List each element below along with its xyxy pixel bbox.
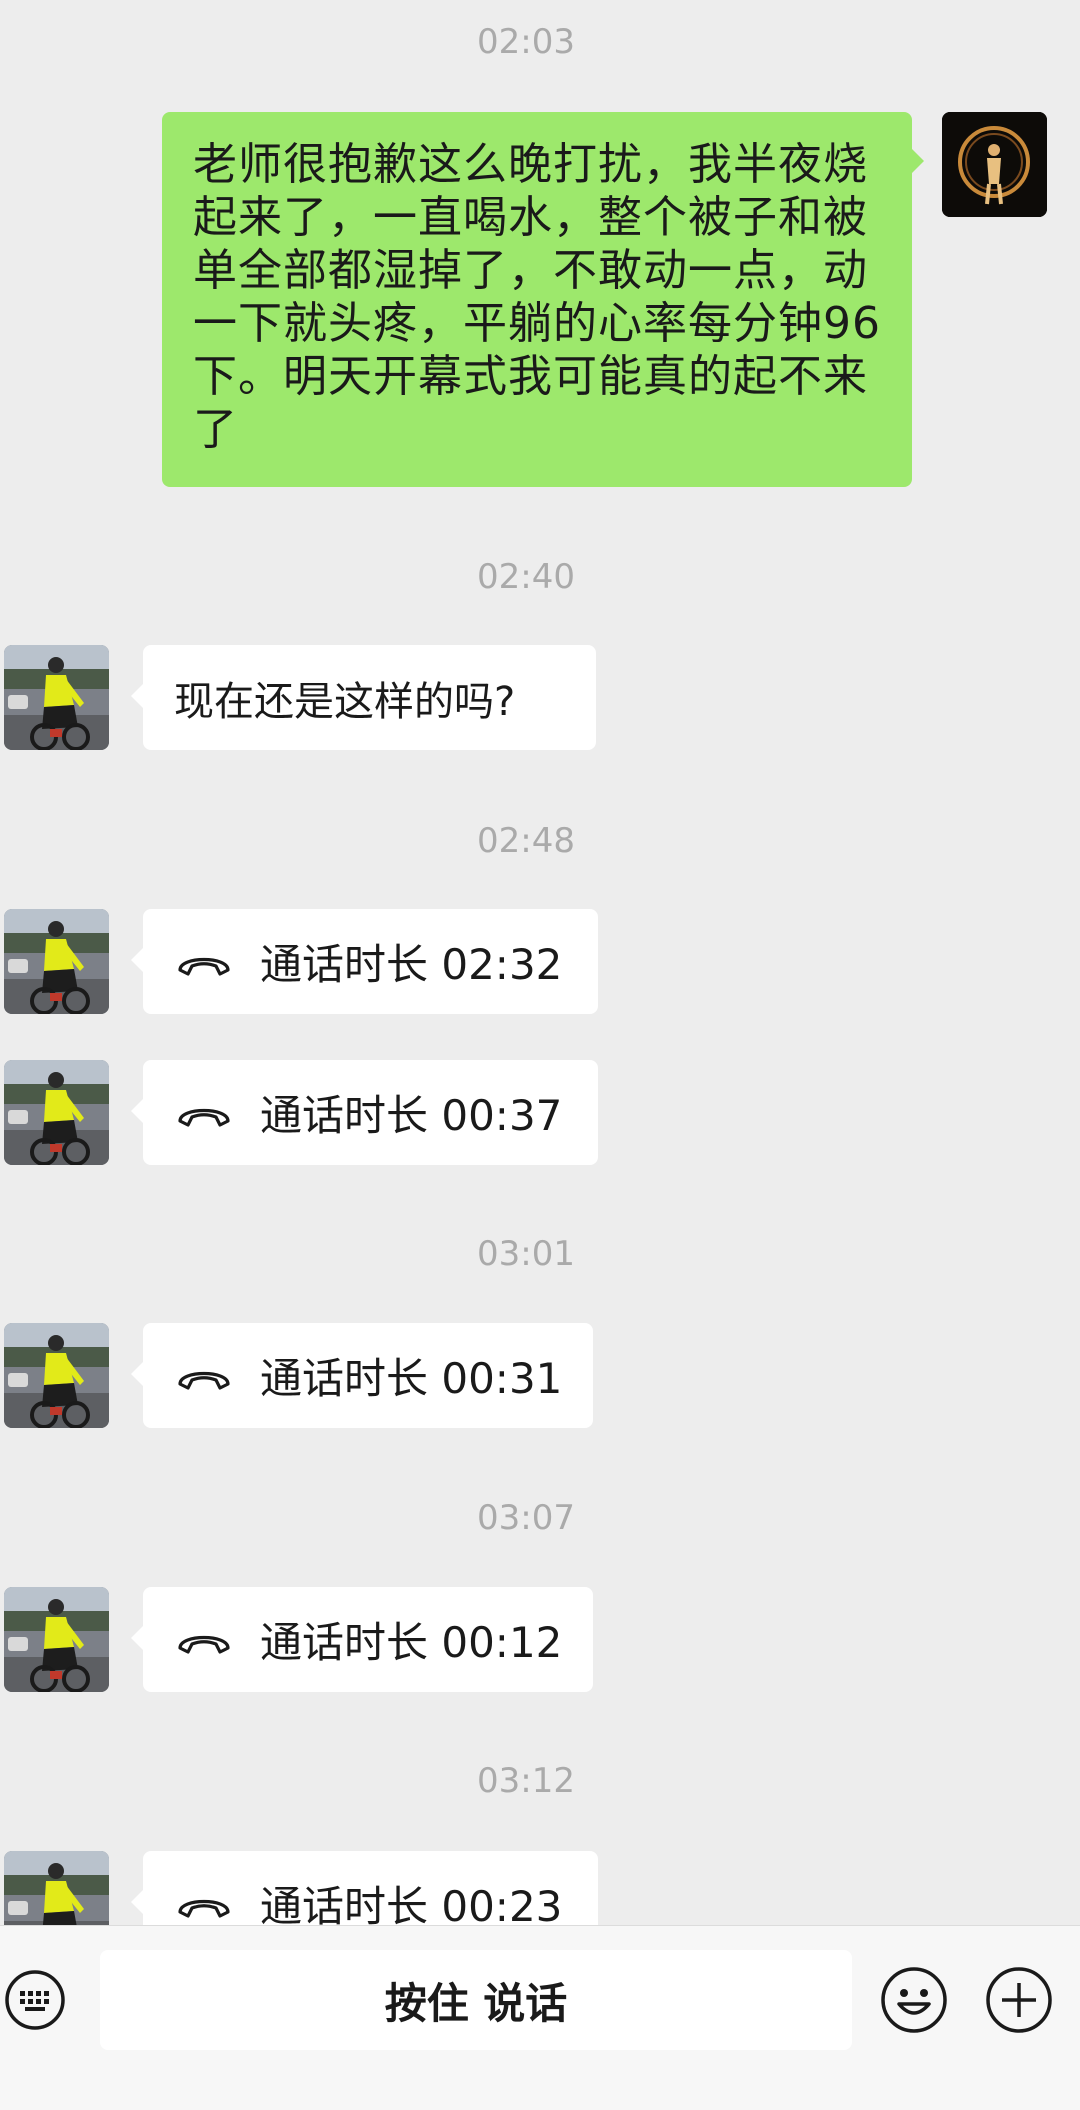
contact-avatar-image (4, 1587, 109, 1692)
timestamp: 03:07 (477, 1498, 575, 1538)
timestamp: 02:40 (477, 557, 575, 597)
call-duration-label: 通话时长 00:23 (260, 1882, 563, 1925)
contact-avatar[interactable] (4, 1323, 109, 1428)
phone-handset-icon (174, 1093, 234, 1133)
call-record-bubble[interactable]: 通话时长 02:32 (131, 909, 598, 1014)
my-avatar-image (942, 112, 1047, 217)
call-record-bubble[interactable]: 通话时长 00:37 (131, 1060, 598, 1165)
emoji-icon[interactable] (880, 1966, 948, 2034)
phone-handset-icon (174, 1620, 234, 1660)
call-duration-label: 通话时长 00:31 (260, 1354, 563, 1403)
phone-handset-icon (174, 1356, 234, 1396)
call-duration-label: 通话时长 00:12 (260, 1618, 563, 1667)
keyboard-icon[interactable] (4, 1969, 66, 2031)
contact-avatar-image (4, 1851, 109, 1925)
phone-handset-icon (174, 1884, 234, 1924)
contact-avatar-image (4, 1323, 109, 1428)
contact-avatar[interactable] (4, 645, 109, 750)
contact-avatar-image (4, 1060, 109, 1165)
contact-avatar[interactable] (4, 1851, 109, 1925)
contact-avatar-image (4, 909, 109, 1014)
call-record-bubble[interactable]: 通话时长 00:12 (131, 1587, 593, 1692)
contact-avatar[interactable] (4, 909, 109, 1014)
outgoing-message-text: 老师很抱歉这么晚打扰，我半夜烧起来了，一直喝水，整个被子和被单全部都湿掉了，不敢… (193, 139, 881, 455)
hold-to-talk-button[interactable]: 按住 说话 (100, 1950, 852, 2050)
call-duration-label: 通话时长 02:32 (260, 940, 563, 989)
call-record-bubble[interactable]: 通话时长 00:31 (131, 1323, 593, 1428)
incoming-message-bubble[interactable]: 现在还是这样的吗? (131, 645, 596, 750)
timestamp: 03:12 (477, 1761, 575, 1801)
outgoing-message-bubble[interactable]: 老师很抱歉这么晚打扰，我半夜烧起来了，一直喝水，整个被子和被单全部都湿掉了，不敢… (162, 112, 924, 487)
contact-avatar-image (4, 645, 109, 750)
plus-icon[interactable] (985, 1966, 1053, 2034)
timestamp: 02:48 (477, 821, 575, 861)
incoming-message-text: 现在还是这样的吗? (174, 678, 516, 725)
contact-avatar[interactable] (4, 1060, 109, 1165)
my-avatar[interactable] (942, 112, 1047, 217)
timestamp: 02:03 (477, 22, 575, 62)
timestamp: 03:01 (477, 1234, 575, 1274)
chat-area[interactable]: 02:03 老师很抱歉这么晚打扰，我半夜烧起来了，一直喝水，整个被子和被单全部都… (0, 0, 1080, 1925)
call-duration-label: 通话时长 00:37 (260, 1091, 563, 1140)
call-record-bubble[interactable]: 通话时长 00:23 (131, 1851, 598, 1925)
chat-input-bar: 按住 说话 (0, 1925, 1080, 2110)
phone-handset-icon (174, 942, 234, 982)
contact-avatar[interactable] (4, 1587, 109, 1692)
